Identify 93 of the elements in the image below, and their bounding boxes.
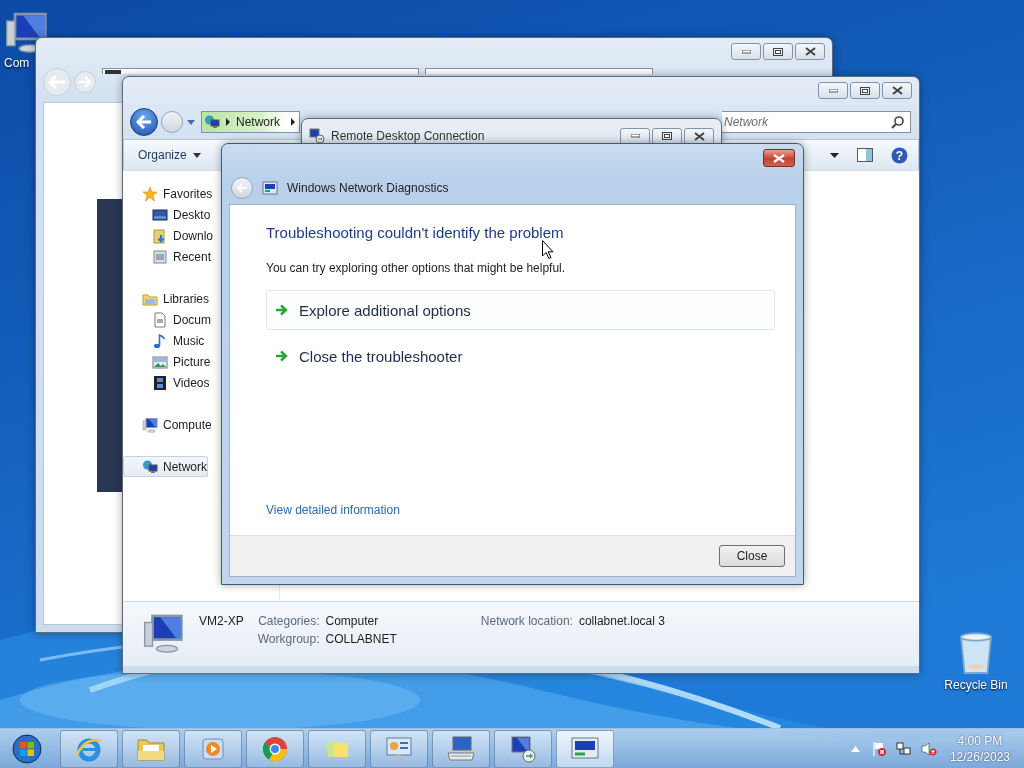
- nav-item[interactable]: Videos: [123, 372, 211, 393]
- chevron-icon: [290, 118, 296, 126]
- nav-item[interactable]: Favorites: [123, 183, 214, 204]
- desktop-icon-label[interactable]: Recycle Bin: [944, 678, 1008, 692]
- dialog-title: Windows Network Diagnostics: [287, 181, 449, 195]
- organize-button[interactable]: Organize: [132, 144, 207, 166]
- property-label: Network location:: [480, 614, 573, 628]
- close-icon: [773, 153, 785, 163]
- maximize-icon: [860, 86, 870, 95]
- message-text: You can try exploring other options that might be helpful.: [266, 261, 567, 275]
- back-arrow-icon: [48, 75, 66, 89]
- nav-item[interactable]: Libraries: [123, 288, 211, 309]
- film-icon: [152, 374, 168, 391]
- nav-item[interactable]: Music: [123, 330, 206, 351]
- forward-arrow-icon: [78, 76, 92, 88]
- taskbar-button[interactable]: [432, 729, 490, 768]
- music-note-icon: [152, 332, 168, 349]
- taskbar-button[interactable]: [556, 729, 614, 768]
- remote-desktop-icon: [309, 128, 325, 144]
- media-player-icon: [200, 735, 226, 762]
- command-link[interactable]: Explore additional options: [266, 290, 775, 330]
- property-label: Workgroup:: [257, 632, 320, 646]
- property-value: Computer: [325, 614, 380, 628]
- nav-item[interactable]: Docum: [123, 309, 212, 330]
- breadcrumb-item[interactable]: Network: [202, 112, 286, 132]
- windows-logo-icon: [12, 733, 42, 764]
- maximize-icon: [662, 132, 672, 140]
- property-value: collabnet.local 3: [578, 614, 665, 628]
- up-caret-icon: [850, 745, 860, 752]
- arrow-icon: [275, 350, 288, 362]
- picture-icon: [152, 353, 168, 370]
- computer-icon: [141, 612, 185, 654]
- close-icon: [891, 86, 903, 95]
- property-label: Categories:: [257, 614, 320, 628]
- caret-icon: [830, 152, 839, 158]
- view-menu-button[interactable]: [828, 150, 841, 160]
- item-name: VM2-XP: [199, 614, 244, 628]
- search-field[interactable]: Network: [722, 111, 911, 133]
- chevron-icon: [225, 118, 231, 126]
- maximize-button[interactable]: [763, 43, 793, 60]
- remote-desktop-icon: [509, 734, 537, 763]
- flag-error-icon[interactable]: [870, 740, 887, 757]
- chrome-icon: [261, 734, 289, 763]
- computer-icon: [142, 416, 158, 433]
- maximize-button[interactable]: [850, 82, 880, 99]
- preview-pane-button[interactable]: [855, 146, 875, 164]
- nav-item[interactable]: Picture: [123, 351, 212, 372]
- taskbar-button[interactable]: [246, 729, 304, 768]
- search-icon: [891, 115, 904, 129]
- window-title: Remote Desktop Connection: [331, 129, 485, 143]
- taskbar-button[interactable]: [494, 729, 552, 768]
- help-button[interactable]: ?: [889, 144, 910, 166]
- desktop-icon-label[interactable]: Com: [4, 56, 30, 70]
- nav-item[interactable]: Deskto: [123, 204, 212, 225]
- network-diagnostics-icon: [262, 180, 278, 196]
- recent-pages-caret-icon: [186, 118, 196, 126]
- nav-item[interactable]: Network: [123, 456, 208, 477]
- nav-item[interactable]: Downlo: [123, 225, 215, 246]
- close-button[interactable]: Close: [719, 545, 785, 567]
- preview-pane-icon: [857, 148, 873, 162]
- minimize-icon: [828, 88, 838, 93]
- cursor-icon: [542, 240, 554, 259]
- close-icon: [693, 131, 705, 141]
- nav-item[interactable]: Compute: [123, 414, 213, 435]
- caret-icon: [192, 152, 201, 158]
- keyboard-monitor-icon: [446, 734, 476, 763]
- property-value: COLLABNET: [325, 632, 397, 646]
- desktop-icon: [152, 206, 168, 223]
- network-status-icon[interactable]: [895, 740, 912, 757]
- speaker-muted-icon[interactable]: [920, 740, 937, 757]
- download-folder-icon: [152, 227, 168, 244]
- minimize-icon: [741, 49, 751, 54]
- back-arrow-icon: [236, 183, 248, 193]
- maximize-icon: [773, 47, 783, 56]
- heading: Troubleshooting couldn't identify the problem: [266, 224, 565, 241]
- arrow-icon: [275, 304, 288, 316]
- close-icon: [804, 47, 816, 56]
- recent-places-icon: [152, 248, 168, 265]
- document-icon: [152, 311, 168, 328]
- back-button[interactable]: [130, 108, 158, 136]
- command-link[interactable]: Close the troubleshooter: [266, 336, 775, 376]
- close-button[interactable]: [795, 43, 825, 60]
- network-icon: [142, 458, 158, 475]
- star-icon: [142, 185, 158, 202]
- network-icon: [204, 114, 220, 130]
- back-arrow-icon: [136, 115, 152, 129]
- address-field[interactable]: Network: [201, 111, 300, 133]
- network-diagnostics-icon: [570, 735, 600, 762]
- close-button[interactable]: [882, 82, 912, 99]
- nav-item[interactable]: Recent: [123, 246, 213, 267]
- close-button[interactable]: [763, 149, 795, 167]
- details-link[interactable]: View detailed information: [266, 503, 400, 517]
- control-panel-icon: [384, 734, 414, 763]
